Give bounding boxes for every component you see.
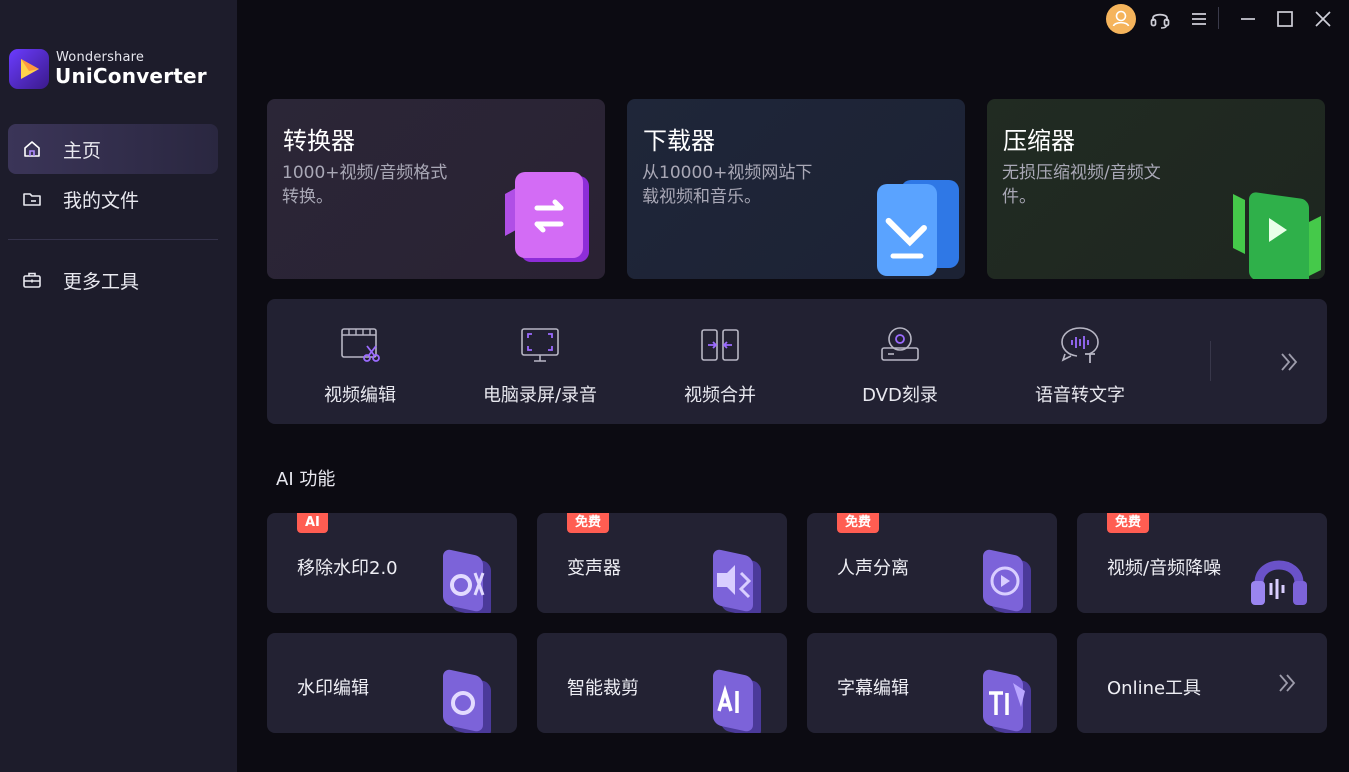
smart-crop-illustration-icon — [713, 669, 761, 733]
chevron-double-right-icon[interactable] — [1272, 345, 1306, 379]
downloader-illustration-icon — [877, 180, 959, 276]
tool-dvd-burn[interactable]: DVD刻录 — [810, 299, 990, 424]
ai-card-label: 水印编辑 — [297, 678, 369, 699]
ai-card-label: 智能裁剪 — [567, 678, 639, 699]
sidebar-divider — [8, 239, 218, 240]
sidebar-item-home[interactable]: 主页 — [8, 124, 218, 174]
menu-icon[interactable] — [1184, 4, 1214, 34]
ai-card-vocal-remover[interactable]: 免费 人声分离 — [807, 513, 1057, 613]
compressor-illustration-icon — [1233, 192, 1321, 279]
watermark-editor-illustration-icon — [443, 669, 491, 733]
voice-changer-illustration-icon — [713, 549, 761, 613]
sidebar-item-label: 更多工具 — [63, 270, 140, 293]
app-logo-icon — [9, 49, 49, 89]
tool-label: DVD刻录 — [862, 385, 938, 406]
minimize-icon[interactable] — [1233, 4, 1263, 34]
card-title: 转换器 — [283, 127, 355, 155]
speech-to-text-icon — [1061, 327, 1099, 363]
free-badge: 免费 — [567, 513, 610, 533]
headset-icon[interactable] — [1145, 4, 1175, 34]
ai-card-subtitle-editor[interactable]: 字幕编辑 — [807, 633, 1057, 733]
quick-tools-strip: 视频编辑 电脑录屏/录音 视频合并 DVD刻录 语音转文字 — [267, 299, 1327, 424]
tool-screen-record[interactable]: 电脑录屏/录音 — [450, 299, 630, 424]
tool-video-edit[interactable]: 视频编辑 — [270, 299, 450, 424]
chevron-double-right-icon — [1279, 674, 1296, 692]
close-icon[interactable] — [1308, 4, 1338, 34]
brand-company: Wondershare — [56, 50, 145, 65]
ai-card-label: Online工具 — [1107, 678, 1202, 699]
dvd-icon — [881, 327, 919, 361]
merge-icon — [701, 329, 739, 361]
screen-record-icon — [521, 328, 559, 362]
card-description: 从10000+视频网站下载视频和音乐。 — [642, 163, 813, 207]
ai-card-label: 人声分离 — [837, 558, 909, 579]
free-badge: 免费 — [837, 513, 880, 533]
toolbox-icon — [23, 272, 41, 288]
topbar-separator — [1218, 7, 1219, 29]
tool-label: 视频合并 — [684, 385, 756, 406]
sidebar-item-more-tools[interactable]: 更多工具 — [8, 255, 218, 305]
card-description: 1000+视频/音频格式转换。 — [282, 163, 448, 207]
ai-card-label: 视频/音频降噪 — [1107, 558, 1222, 579]
converter-illustration-icon — [505, 172, 589, 262]
remove-watermark-illustration-icon — [443, 549, 491, 613]
ai-badge: AI — [297, 513, 328, 533]
ai-section-title: AI 功能 — [276, 469, 336, 490]
ai-card-remove-watermark[interactable]: AI 移除水印2.0 — [267, 513, 517, 613]
home-icon — [24, 141, 40, 157]
tool-video-merge[interactable]: 视频合并 — [630, 299, 810, 424]
video-edit-icon — [341, 328, 380, 362]
card-title: 压缩器 — [1003, 127, 1075, 155]
ai-card-label: 字幕编辑 — [837, 678, 909, 699]
strip-separator — [1210, 341, 1211, 381]
compressor-card[interactable]: 压缩器 无损压缩视频/音频文件。 — [987, 99, 1325, 279]
subtitle-editor-illustration-icon — [983, 669, 1031, 733]
converter-card[interactable]: 转换器 1000+视频/音频格式转换。 — [267, 99, 605, 279]
noise-reduction-illustration-icon — [1251, 560, 1307, 605]
ai-card-label: 移除水印2.0 — [297, 558, 398, 579]
sidebar-item-label: 我的文件 — [63, 189, 140, 212]
tool-speech-to-text[interactable]: 语音转文字 — [990, 299, 1170, 424]
downloader-card[interactable]: 下载器 从10000+视频网站下载视频和音乐。 — [627, 99, 965, 279]
avatar-icon[interactable] — [1106, 4, 1136, 34]
ai-card-online-tools[interactable]: Online工具 — [1077, 633, 1327, 733]
card-title: 下载器 — [643, 127, 715, 155]
vocal-remover-illustration-icon — [983, 549, 1031, 613]
card-description: 无损压缩视频/音频文件。 — [1002, 163, 1161, 207]
tool-label: 视频编辑 — [324, 385, 396, 406]
ai-card-noise-reduction[interactable]: 免费 视频/音频降噪 — [1077, 513, 1327, 613]
tool-label: 语音转文字 — [1035, 385, 1125, 406]
sidebar-item-label: 主页 — [63, 139, 102, 162]
sidebar: Wondershare UniConverter 主页 我的文件 更多工具 — [0, 0, 237, 772]
tool-label: 电脑录屏/录音 — [482, 385, 598, 406]
ai-card-watermark-editor[interactable]: 水印编辑 — [267, 633, 517, 733]
folder-icon — [23, 193, 41, 206]
sidebar-item-my-files[interactable]: 我的文件 — [8, 174, 218, 224]
maximize-icon[interactable] — [1270, 4, 1300, 34]
ai-card-label: 变声器 — [567, 558, 621, 579]
ai-card-smart-crop[interactable]: 智能裁剪 — [537, 633, 787, 733]
brand-product-name: UniConverter — [55, 64, 207, 88]
free-badge: 免费 — [1107, 513, 1150, 533]
ai-card-voice-changer[interactable]: 免费 变声器 — [537, 513, 787, 613]
